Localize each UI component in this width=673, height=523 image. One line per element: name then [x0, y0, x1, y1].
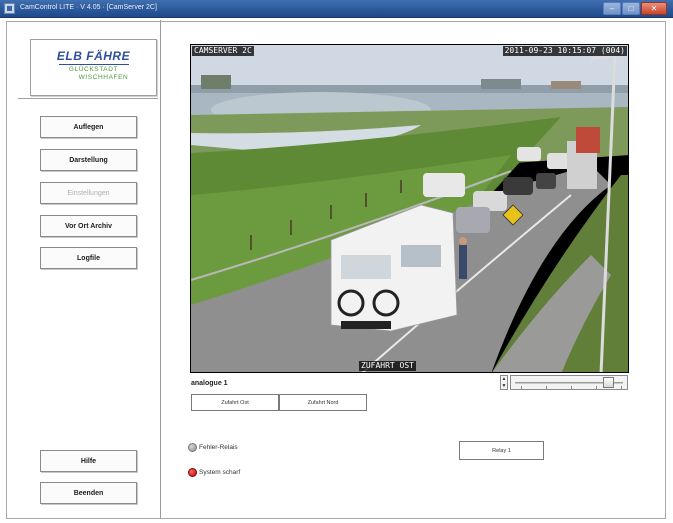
slider-thumb[interactable] [603, 377, 614, 388]
camera-image [191, 45, 628, 372]
camera-name-label: analogue 1 [191, 380, 228, 387]
slider-tick [621, 386, 622, 389]
window-title-bar[interactable]: CamControl LITE · V 4.05 · [CamServer 2C… [0, 0, 673, 18]
window-title: CamControl LITE · V 4.05 · [CamServer 2C… [20, 4, 157, 11]
einstellungen-button[interactable]: Einstellungen [40, 182, 137, 204]
camera-server-overlay: CAMSERVER 2C [192, 46, 254, 56]
system-scharf-indicator: System scharf [188, 468, 240, 477]
maximize-button[interactable]: □ [622, 2, 640, 15]
camera-timestamp-overlay: 2011-09-23 10:15:07 (004) [502, 46, 627, 56]
app-icon [4, 3, 15, 14]
window-controls: – □ ✕ [602, 2, 667, 15]
slider-tick [596, 386, 597, 389]
minimize-button[interactable]: – [603, 2, 621, 15]
logo-subtitle-2: WISCHHAFEN [78, 74, 129, 81]
sidebar-divider [18, 98, 158, 99]
system-scharf-label: System scharf [199, 469, 241, 476]
logfile-button[interactable]: Logfile [40, 247, 137, 269]
gray-led-icon [188, 443, 197, 452]
relay-1-button[interactable]: Relay 1 [459, 441, 544, 460]
darstellung-button[interactable]: Darstellung [40, 149, 137, 171]
slider-tick [546, 386, 547, 389]
camera-location-overlay: ZUFAHRT OST [359, 361, 416, 371]
fehler-relais-indicator: Fehler-Relais [188, 443, 238, 452]
zoom-spinner[interactable]: ▲ ▼ [500, 375, 508, 390]
logo-title: ELB FÄHRE [56, 49, 131, 63]
close-button[interactable]: ✕ [641, 2, 667, 15]
red-led-icon [188, 468, 197, 477]
zoom-slider[interactable] [510, 375, 628, 390]
vor-ort-archiv-button[interactable]: Vor Ort Archiv [40, 215, 137, 237]
logo-underline [59, 64, 129, 65]
tab-zufahrt-nord[interactable]: Zufahrt Nord [279, 394, 367, 411]
tab-zufahrt-ost[interactable]: Zufahrt Ost [191, 394, 279, 411]
fehler-relais-label: Fehler-Relais [199, 444, 238, 451]
logo-subtitle-1: GLÜCKSTADT [68, 66, 119, 73]
slider-tick [571, 386, 572, 389]
hilfe-button[interactable]: Hilfe [40, 450, 137, 472]
company-logo: ELB FÄHRE GLÜCKSTADT WISCHHAFEN [30, 39, 157, 96]
spin-down-icon[interactable]: ▼ [501, 383, 507, 390]
camera-view[interactable]: CAMSERVER 2C 2011-09-23 10:15:07 (004) Z… [190, 44, 629, 373]
auflegen-button[interactable]: Auflegen [40, 116, 137, 138]
beenden-button[interactable]: Beenden [40, 482, 137, 504]
slider-tick [521, 386, 522, 389]
spin-up-icon[interactable]: ▲ [501, 376, 507, 383]
